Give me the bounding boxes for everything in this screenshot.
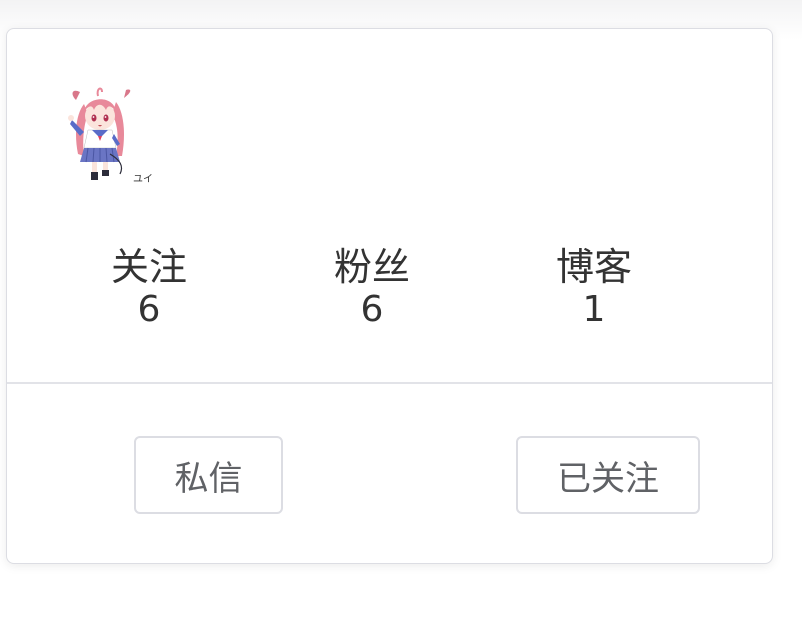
stat-blogs-label: 博客 <box>555 245 632 289</box>
stat-following-value: 6 <box>137 289 161 330</box>
stat-followers-label: 粉丝 <box>333 245 410 289</box>
stat-followers-value: 6 <box>360 289 384 330</box>
message-button[interactable]: 私信 <box>134 436 283 514</box>
stat-blogs-value: 1 <box>582 289 606 330</box>
stat-blogs[interactable]: 博客 1 <box>514 244 674 330</box>
stats-row: 关注 6 粉丝 6 博客 1 <box>7 244 772 334</box>
stat-following-label: 关注 <box>110 245 187 289</box>
page: ユイ 关注 6 粉丝 6 博客 1 私信 已关注 <box>0 0 802 621</box>
stat-following[interactable]: 关注 6 <box>69 244 229 330</box>
avatar-caption: ユイ <box>133 174 153 185</box>
divider <box>7 382 772 384</box>
followed-button[interactable]: 已关注 <box>516 436 700 514</box>
user-profile-card: ユイ 关注 6 粉丝 6 博客 1 私信 已关注 <box>6 28 773 564</box>
stat-followers[interactable]: 粉丝 6 <box>292 244 452 330</box>
